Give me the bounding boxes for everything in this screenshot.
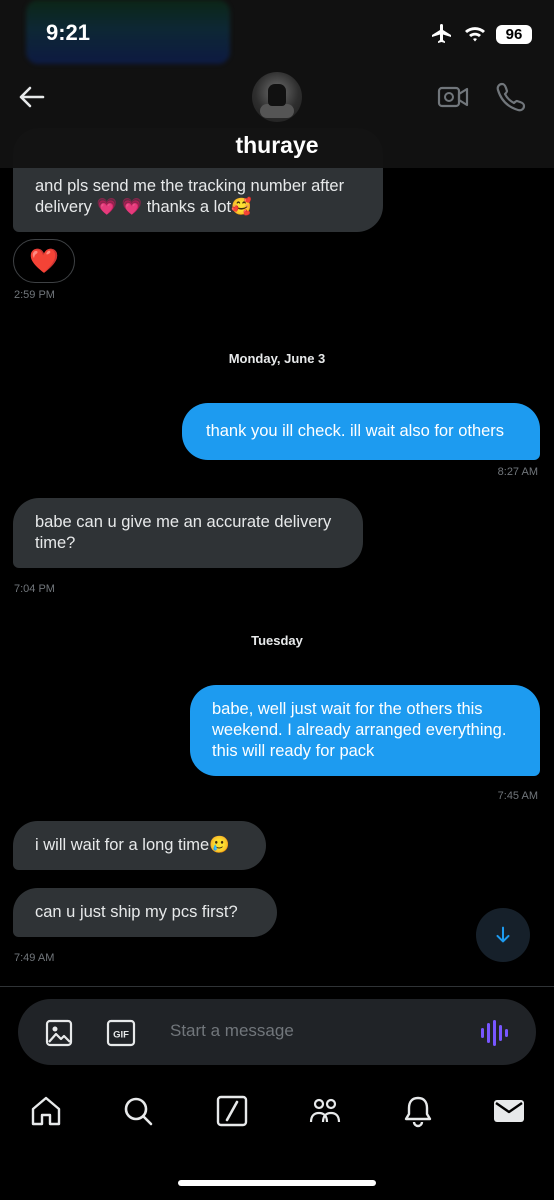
phone-icon[interactable] — [494, 80, 528, 114]
contact-name[interactable]: thuraye — [0, 132, 554, 159]
message-text: babe, well just wait for the others this… — [212, 700, 507, 760]
message-text: i will wait for a long time🥲 — [35, 836, 230, 854]
date-separator: Monday, June 3 — [228, 351, 326, 366]
notifications-icon[interactable] — [401, 1094, 435, 1128]
bottom-navigation — [0, 1070, 554, 1200]
video-call-icon[interactable] — [436, 80, 470, 114]
incoming-message[interactable]: can u just ship my pcs first? — [13, 888, 277, 937]
grok-icon[interactable] — [215, 1094, 249, 1128]
gif-icon[interactable]: GIF — [106, 1018, 136, 1048]
battery-indicator: 96 — [496, 24, 532, 44]
message-timestamp: 2:59 PM — [14, 289, 55, 301]
message-text: thank you ill check. ill wait also for o… — [206, 422, 505, 440]
scroll-to-bottom-button[interactable] — [476, 908, 530, 962]
message-input[interactable]: Start a message — [170, 1021, 294, 1041]
message-text: babe can u give me an accurate delivery … — [35, 513, 332, 552]
communities-icon[interactable] — [308, 1094, 342, 1128]
message-timestamp: 7:49 AM — [14, 952, 55, 964]
gif-label: GIF — [113, 1030, 129, 1041]
date-separator: Tuesday — [251, 633, 303, 648]
incoming-message[interactable]: i will wait for a long time🥲 — [13, 821, 266, 870]
back-arrow-icon[interactable] — [16, 82, 46, 112]
incoming-message[interactable]: babe can u give me an accurate delivery … — [13, 498, 363, 568]
message-timestamp: 7:45 AM — [497, 790, 538, 802]
message-text: and pls send me the tracking number afte… — [35, 177, 345, 216]
messages-icon[interactable] — [492, 1094, 526, 1128]
search-icon[interactable] — [121, 1094, 155, 1128]
message-timestamp: 7:04 PM — [14, 583, 55, 595]
outgoing-message[interactable]: thank you ill check. ill wait also for o… — [182, 403, 540, 460]
composer-bar: GIF Start a message — [0, 986, 554, 1070]
image-icon[interactable] — [44, 1018, 74, 1048]
airplane-mode-icon — [432, 24, 451, 43]
reaction-emoji: ❤️ — [29, 247, 59, 275]
avatar[interactable] — [252, 72, 302, 122]
message-composer[interactable]: GIF Start a message — [18, 999, 536, 1065]
status-bar: 9:21 96 — [0, 0, 554, 68]
wifi-icon — [465, 27, 485, 42]
heart-reaction[interactable]: ❤️ — [13, 239, 75, 283]
message-text: can u just ship my pcs first? — [35, 903, 238, 921]
message-timestamp: 8:27 AM — [497, 466, 538, 478]
clock: 9:21 — [46, 20, 91, 45]
home-icon[interactable] — [29, 1094, 63, 1128]
outgoing-message[interactable]: babe, well just wait for the others this… — [190, 685, 540, 776]
voice-message-icon[interactable] — [478, 1017, 510, 1049]
arrow-down-icon — [496, 926, 510, 943]
home-indicator — [178, 1180, 376, 1186]
